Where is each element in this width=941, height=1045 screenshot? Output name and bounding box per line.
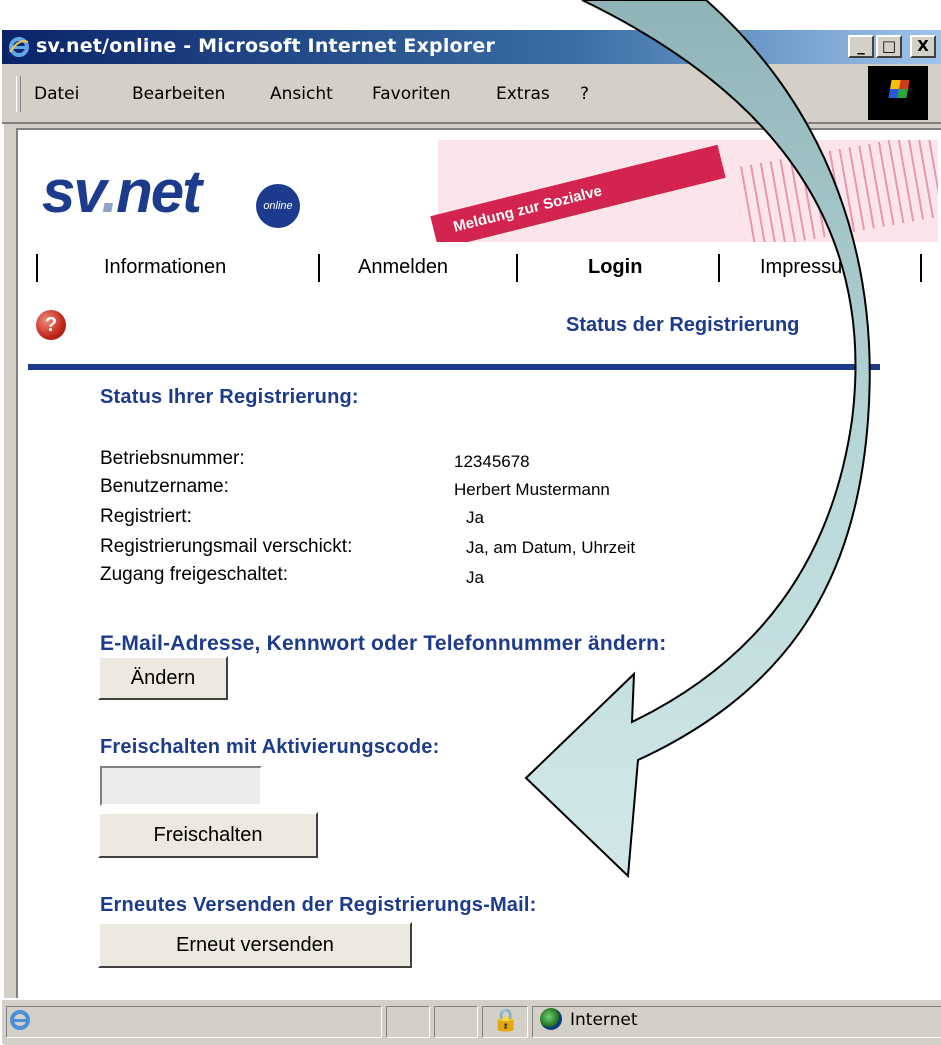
curved-arrow-shape	[524, 0, 871, 879]
annotation-arrow	[524, 0, 871, 879]
